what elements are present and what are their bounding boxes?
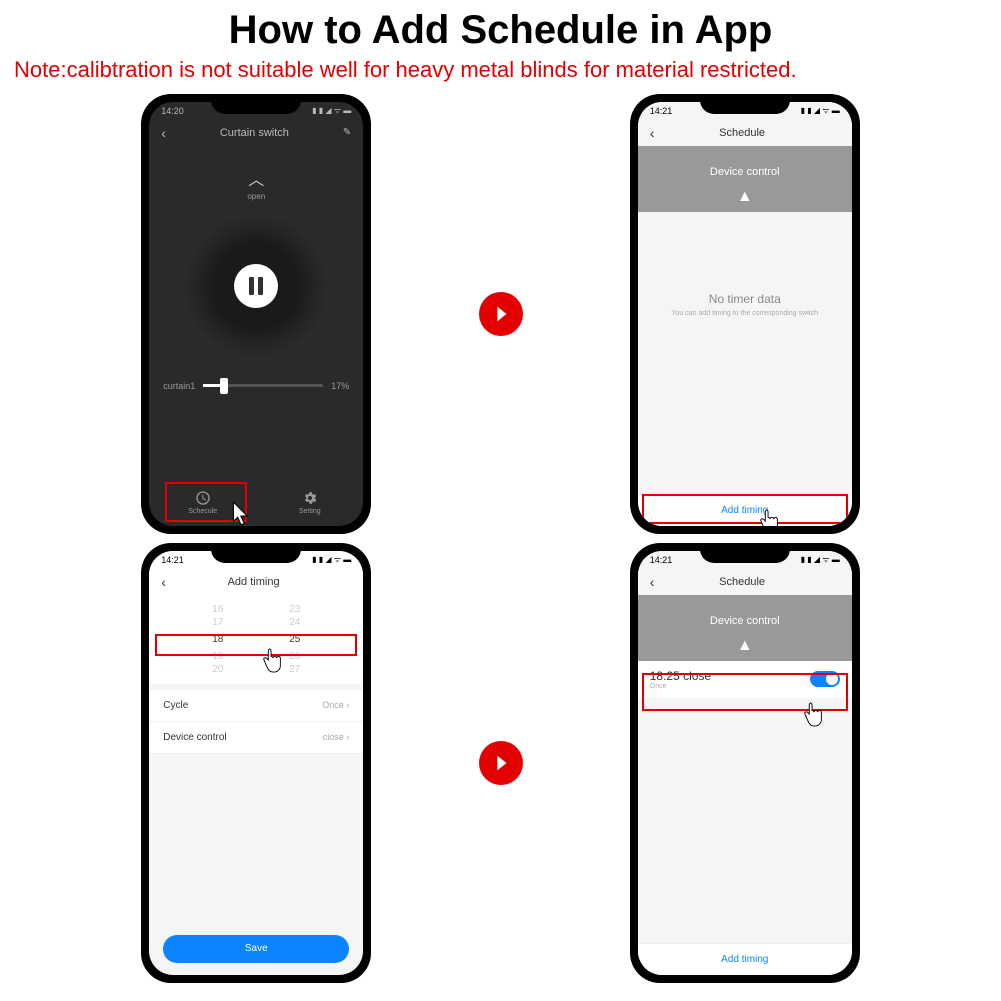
status-icons: ▮ ▮ ◢ ᯤ ▬ <box>312 554 351 565</box>
status-time: 14:21 <box>161 555 184 565</box>
device-control-label: Device control <box>163 732 226 743</box>
notch <box>700 543 790 563</box>
notch <box>211 543 301 563</box>
status-icons: ▮ ▮ ◢ ᯤ ▬ <box>801 554 840 565</box>
status-time: 14:21 <box>650 555 673 565</box>
timing-time-label: 18:25 close <box>650 669 711 683</box>
expand-up-icon[interactable]: ▲ <box>638 188 852 212</box>
chevron-up-icon[interactable]: ︿ <box>248 166 264 190</box>
notch <box>700 94 790 114</box>
phone-step-2: 14:21 ▮ ▮ ◢ ᯤ ▬ ‹ Schedule Device contro… <box>630 94 860 534</box>
add-timing-button[interactable]: Add timing <box>638 943 852 975</box>
screen-title: Schedule <box>654 576 829 588</box>
section-title: Device control <box>638 146 852 188</box>
timing-cycle-label: Once <box>650 683 711 690</box>
arrow-right-icon <box>479 292 523 336</box>
tab-schedule-label: Schecule <box>188 508 217 515</box>
page-title: How to Add Schedule in App <box>0 8 1001 53</box>
empty-title: No timer data <box>638 292 852 306</box>
status-icons: ▮ ▮ ◢ ᯤ ▬ <box>801 105 840 116</box>
timing-toggle[interactable] <box>810 671 840 687</box>
save-button[interactable]: Save <box>163 935 349 963</box>
slider-value: 17% <box>331 381 349 391</box>
screen-title: Add timing <box>166 576 341 588</box>
section-title: Device control <box>638 595 852 637</box>
slider-label: curtain1 <box>163 381 195 391</box>
screen-title: Curtain switch <box>166 127 343 139</box>
expand-up-icon[interactable]: ▲ <box>638 637 852 661</box>
tab-setting[interactable]: Setting <box>256 480 363 526</box>
status-time: 14:20 <box>161 106 184 116</box>
screen-title: Schedule <box>654 127 829 139</box>
edit-icon[interactable]: ✎ <box>343 127 351 138</box>
status-time: 14:21 <box>650 106 673 116</box>
status-icons: ▮ ▮ ◢ ᯤ ▬ <box>312 105 351 116</box>
phone-step-3: 14:21 ▮ ▮ ◢ ᯤ ▬ ‹ Add timing 1623 1724 1… <box>141 543 371 983</box>
timing-item[interactable]: 18:25 close Once <box>638 661 852 698</box>
empty-subtitle: You can add timing to the corresponding … <box>638 310 852 317</box>
cycle-label: Cycle <box>163 700 188 711</box>
phone-step-4: 14:21 ▮ ▮ ◢ ᯤ ▬ ‹ Schedule Device contro… <box>630 543 860 983</box>
open-label: open <box>247 192 265 201</box>
time-picker[interactable]: 1623 1724 1825 1926 2027 <box>149 595 363 684</box>
notch <box>211 94 301 114</box>
control-ring <box>181 211 331 361</box>
phone-step-1: 14:20 ▮ ▮ ◢ ᯤ ▬ ‹ Curtain switch ✎ ︿ ope… <box>141 94 371 534</box>
note-text: Note:calibtration is not suitable well f… <box>0 57 1001 83</box>
device-control-row[interactable]: Device control close › <box>149 722 363 754</box>
pause-button[interactable] <box>234 264 278 308</box>
add-timing-button[interactable]: Add timing <box>638 494 852 526</box>
arrow-right-icon <box>479 741 523 785</box>
tab-setting-label: Setting <box>299 508 321 515</box>
cycle-row[interactable]: Cycle Once › <box>149 690 363 722</box>
percentage-slider[interactable] <box>203 384 323 387</box>
tab-schedule[interactable]: Schecule <box>149 480 256 526</box>
